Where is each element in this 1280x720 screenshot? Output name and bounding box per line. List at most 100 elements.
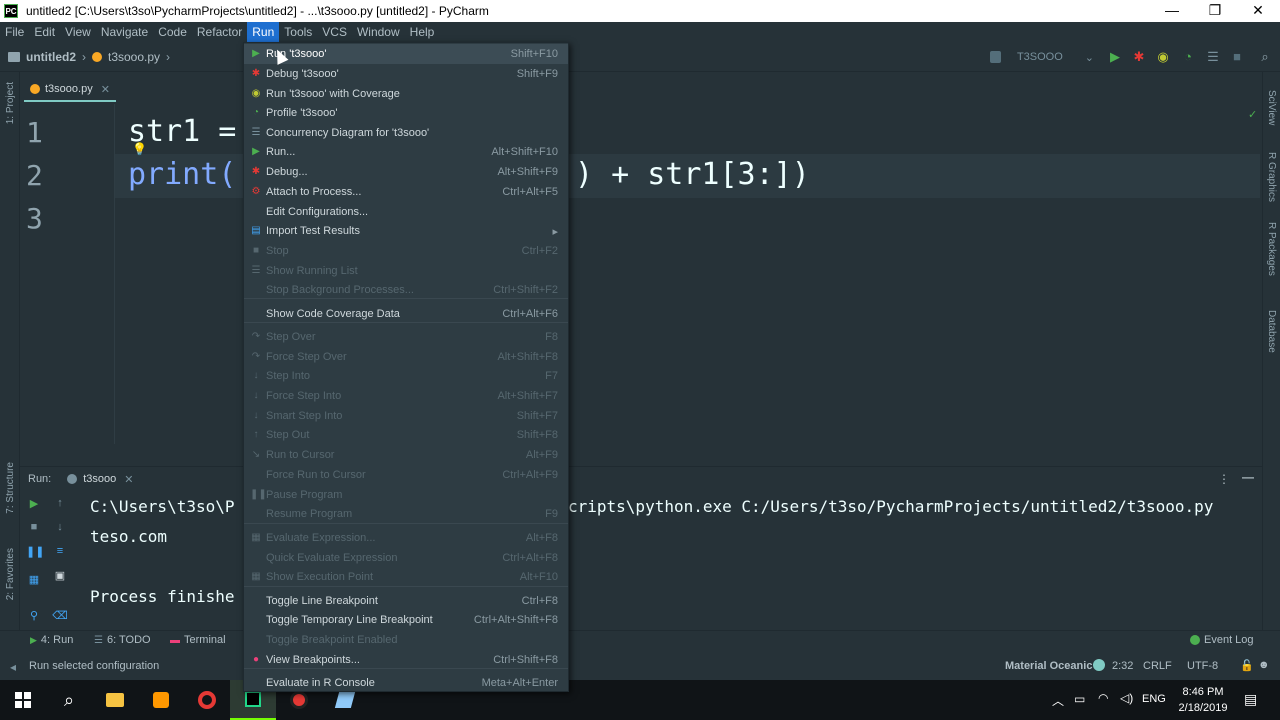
down-arrow-icon[interactable]: ↓: [52, 521, 68, 537]
coverage-icon[interactable]: ◉: [1154, 48, 1172, 66]
pycharm-app-icon: PC: [4, 4, 18, 18]
run-menu-item[interactable]: ◔ Profile 't3sooo': [244, 103, 568, 123]
run-tool-tab[interactable]: ▶ 4: Run: [30, 634, 73, 646]
run-menu-item[interactable]: ✱ Debug... Alt+Shift+F9: [244, 162, 568, 182]
run-menu-item[interactable]: ◉ Run 't3sooo' with Coverage: [244, 84, 568, 104]
lock-icon[interactable]: 🔓: [1240, 659, 1254, 672]
windows-start-icon[interactable]: [0, 680, 46, 720]
menu-help[interactable]: Help: [405, 22, 440, 42]
structure-tool-button[interactable]: 7: Structure: [5, 462, 16, 514]
menu-navigate[interactable]: Navigate: [96, 22, 153, 42]
opera-icon[interactable]: [184, 680, 230, 720]
debug-icon[interactable]: ✱: [1130, 48, 1148, 66]
terminal-tool-tab-label: Terminal: [184, 634, 226, 646]
menu-view[interactable]: View: [60, 22, 96, 42]
menu-edit[interactable]: Edit: [29, 22, 60, 42]
database-tool-button[interactable]: Database: [1266, 310, 1277, 353]
rerun-icon[interactable]: ▶: [26, 497, 42, 513]
menu-code[interactable]: Code: [153, 22, 192, 42]
git-icon[interactable]: ☻: [1258, 659, 1270, 671]
clock-date[interactable]: 2/18/2019: [1175, 702, 1231, 714]
search-icon[interactable]: ⌕: [1256, 48, 1274, 66]
file-encoding[interactable]: UTF-8: [1187, 660, 1218, 672]
run-menu-item[interactable]: ☰ Concurrency Diagram for 't3sooo': [244, 123, 568, 143]
run-menu-item-shortcut: F8: [545, 331, 558, 343]
code-editor[interactable]: 1 2 3 str1 = print( ) + str1[3:]) 💡 ✓: [20, 104, 1260, 444]
sciview-tool-button[interactable]: SciView: [1266, 90, 1277, 125]
stop-icon[interactable]: ■: [26, 521, 42, 537]
battery-icon[interactable]: ▭: [1074, 692, 1085, 706]
todo-tool-tab[interactable]: ☰ 6: TODO: [94, 634, 151, 646]
maximize-button[interactable]: ❐: [1193, 0, 1237, 22]
lightbulb-icon[interactable]: 💡: [132, 142, 147, 156]
terminal-tool-tab[interactable]: ▬ Terminal: [170, 634, 226, 646]
menu-run[interactable]: Run: [247, 22, 280, 42]
editor-tab[interactable]: t3sooo.py ✕: [24, 78, 116, 102]
run-icon[interactable]: ▶: [1106, 48, 1124, 66]
menu-tools[interactable]: Tools: [279, 22, 317, 42]
soft-wrap-icon[interactable]: ≡: [52, 545, 68, 561]
theme-name[interactable]: Material Oceanic: [1005, 660, 1092, 672]
run-menu-item[interactable]: Show Code Coverage Data Ctrl+Alt+F6: [244, 304, 568, 324]
run-menu-item-shortcut: Shift+F7: [516, 410, 558, 422]
notifications-icon[interactable]: ▤: [1244, 691, 1257, 708]
pin-icon[interactable]: ⚲: [26, 609, 42, 625]
coverage-icon: ◉: [251, 88, 261, 99]
terminal-icon: ▬: [170, 634, 180, 646]
breadcrumb-project[interactable]: untitled2: [26, 50, 76, 64]
line-separator[interactable]: CRLF: [1143, 660, 1172, 672]
close-tab-icon[interactable]: ✕: [101, 83, 110, 96]
minimize-panel-icon[interactable]: —: [1242, 470, 1254, 484]
run-menu-item[interactable]: ▶ Run 't3sooo' Shift+F10: [244, 44, 568, 64]
breadcrumb-file[interactable]: t3sooo.py: [108, 50, 160, 64]
up-arrow-icon[interactable]: ↑: [52, 497, 68, 513]
run-menu-item[interactable]: Edit Configurations...: [244, 202, 568, 222]
tray-chevron-icon[interactable]: ︿: [1052, 692, 1064, 709]
more-options-icon[interactable]: ⋮: [1218, 472, 1230, 486]
pause-icon[interactable]: ❚❚: [26, 545, 44, 561]
stop-icon[interactable]: ■: [1228, 48, 1246, 66]
run-menu-item-shortcut: Alt+Shift+F9: [497, 166, 558, 178]
menu-window[interactable]: Window: [352, 22, 405, 42]
run-config-selector[interactable]: T3SOOO ⌄: [990, 48, 1094, 66]
wifi-icon[interactable]: ◠: [1098, 691, 1108, 705]
profile-icon[interactable]: ◔: [1179, 48, 1197, 66]
file-explorer-icon[interactable]: [92, 680, 138, 720]
run-menu-item: ▦ Evaluate Expression... Alt+F8: [244, 528, 568, 548]
search-icon[interactable]: ⌕: [46, 680, 92, 720]
clock-time[interactable]: 8:46 PM: [1180, 686, 1226, 698]
caret-position[interactable]: 2:32: [1112, 660, 1133, 672]
pause-icon: ❚❚: [250, 489, 267, 500]
run-menu-item[interactable]: Toggle Line Breakpoint Ctrl+F8: [244, 591, 568, 611]
code-line[interactable]: print(: [128, 157, 236, 192]
run-menu-item[interactable]: ● View Breakpoints... Ctrl+Shift+F8: [244, 650, 568, 670]
language-indicator[interactable]: ENG: [1142, 693, 1166, 705]
sublime-text-icon[interactable]: [138, 680, 184, 720]
code-line-tail[interactable]: ) + str1[3:]): [575, 157, 810, 192]
event-log-tab[interactable]: Event Log: [1190, 634, 1254, 646]
close-tab-icon[interactable]: ✕: [124, 473, 133, 486]
run-menu-item[interactable]: ⚙ Attach to Process... Ctrl+Alt+F5: [244, 182, 568, 202]
menu-refactor[interactable]: Refactor: [192, 22, 247, 42]
volume-icon[interactable]: ◁): [1120, 691, 1133, 705]
run-menu-item[interactable]: ▤ Import Test Results ▸: [244, 221, 568, 241]
run-menu-item[interactable]: Toggle Temporary Line Breakpoint Ctrl+Alt…: [244, 610, 568, 630]
run-menu-item[interactable]: Evaluate in R Console Meta+Alt+Enter: [244, 673, 568, 693]
r-graphics-tool-button[interactable]: R Graphics: [1266, 152, 1277, 202]
run-tab-label[interactable]: t3sooo: [83, 473, 116, 485]
close-button[interactable]: ✕: [1236, 0, 1280, 22]
project-tool-button[interactable]: 1: Project: [5, 82, 16, 124]
r-packages-tool-button[interactable]: R Packages: [1266, 222, 1277, 276]
run-menu-item-shortcut: Alt+Shift+F7: [497, 390, 558, 402]
delete-icon[interactable]: ⌫: [52, 609, 68, 625]
concurrency-icon[interactable]: ☰: [1204, 48, 1222, 66]
layout-icon[interactable]: ▦: [26, 573, 42, 589]
bottom-tool-tabs: ▶ 4: Run ☰ 6: TODO ▬ Terminal Event Log: [0, 630, 1280, 652]
minimize-button[interactable]: —: [1150, 0, 1194, 22]
run-menu-item[interactable]: ▶ Run... Alt+Shift+F10: [244, 142, 568, 162]
menu-file[interactable]: File: [0, 22, 29, 42]
favorites-tool-button[interactable]: 2: Favorites: [5, 548, 16, 600]
run-menu-item[interactable]: ✱ Debug 't3sooo' Shift+F9: [244, 64, 568, 84]
menu-vcs[interactable]: VCS: [317, 22, 352, 42]
print-icon[interactable]: ▣: [52, 569, 68, 585]
